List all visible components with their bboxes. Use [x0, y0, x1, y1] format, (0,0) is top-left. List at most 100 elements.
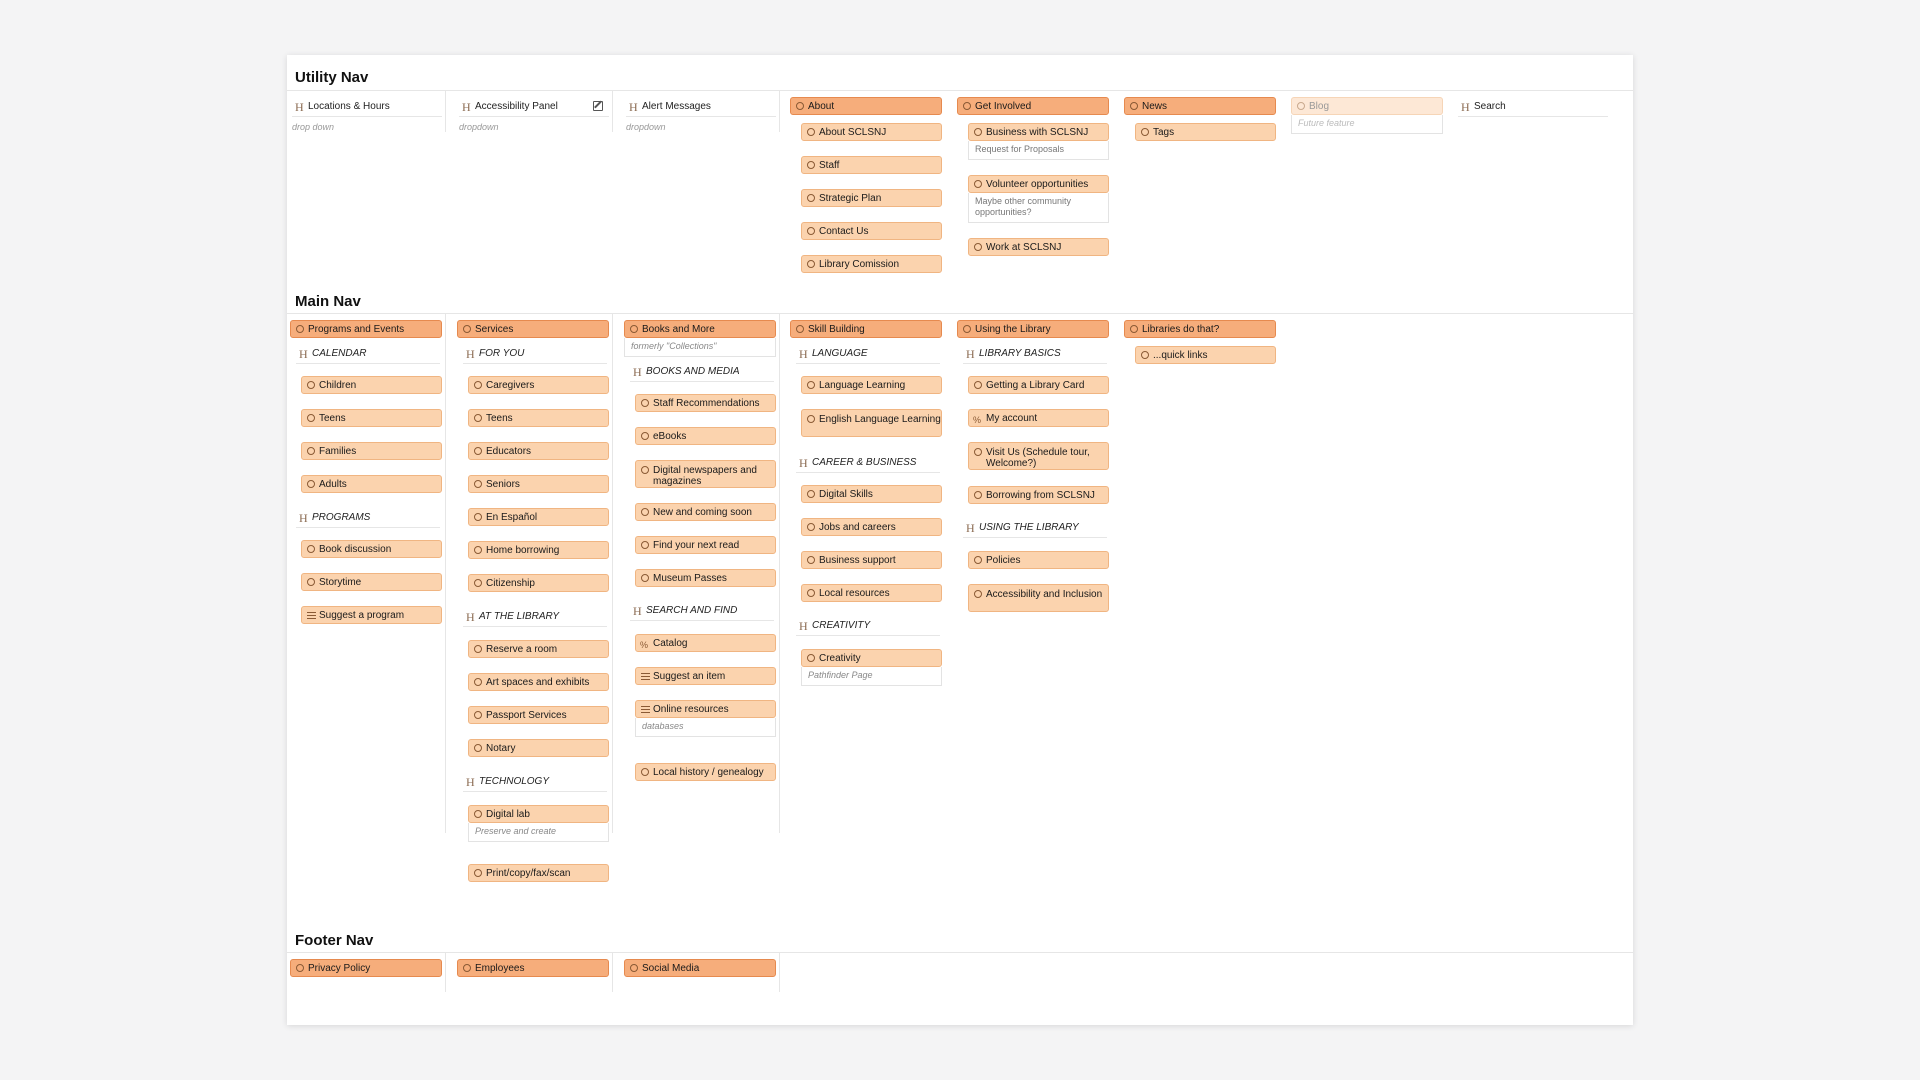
about-label: About: [808, 101, 835, 112]
page-icon: [630, 964, 638, 972]
utility-get-involved[interactable]: Get Involved: [957, 97, 1109, 115]
child-label: Teens: [486, 413, 513, 424]
programs-child[interactable]: Families: [301, 442, 442, 460]
main-programs-and-events[interactable]: Programs and Events: [290, 320, 442, 338]
main-skill-building[interactable]: Skill Building: [790, 320, 942, 338]
main-libraries-do-that[interactable]: Libraries do that?: [1124, 320, 1276, 338]
skills-child[interactable]: Digital Skills: [801, 485, 942, 503]
skills-child[interactable]: English Language Learning: [801, 409, 942, 437]
utility-blog[interactable]: Blog Future feature: [1291, 97, 1443, 134]
page-icon: [807, 161, 815, 169]
books-child[interactable]: New and coming soon: [635, 503, 776, 521]
footer-social-media[interactable]: Social Media: [624, 959, 776, 977]
page-icon: [474, 711, 482, 719]
services-child[interactable]: En Español: [468, 508, 609, 526]
main-using-the-library[interactable]: Using the Library: [957, 320, 1109, 338]
child-label: Business with SCLSNJ: [986, 127, 1089, 138]
services-child[interactable]: Educators: [468, 442, 609, 460]
heading-career-business: H CAREER & BUSINESS: [796, 453, 940, 473]
skills-child[interactable]: Business support: [801, 551, 942, 569]
child-label: Seniors: [486, 479, 520, 490]
about-child[interactable]: About SCLSNJ: [801, 123, 942, 141]
utility-accessibility-panel[interactable]: H Accessibility Panel dropdown: [459, 97, 609, 132]
services-child[interactable]: Caregivers: [468, 376, 609, 394]
books-child[interactable]: Digital newspapers and magazines: [635, 460, 776, 488]
child-label: Staff: [819, 160, 840, 171]
books-child[interactable]: Museum Passes: [635, 569, 776, 587]
services-child[interactable]: Home borrowing: [468, 541, 609, 559]
services-child[interactable]: Passport Services: [468, 706, 609, 724]
books-child[interactable]: Local history / genealogy: [635, 763, 776, 781]
programs-child[interactable]: Storytime: [301, 573, 442, 591]
page-icon: [1141, 351, 1149, 359]
heading-icon: H: [466, 775, 475, 789]
news-child[interactable]: Tags: [1135, 123, 1276, 141]
books-child[interactable]: Online resources databases: [635, 700, 776, 737]
page-icon: [641, 399, 649, 407]
page-icon: [463, 964, 471, 972]
main-books-and-more[interactable]: Books and More formerly "Collections": [624, 320, 776, 357]
child-label: Local resources: [819, 588, 890, 599]
using-child[interactable]: % My account: [968, 409, 1109, 427]
using-child[interactable]: Accessibility and Inclusion: [968, 584, 1109, 612]
page-icon: [974, 128, 982, 136]
skills-child[interactable]: Language Learning: [801, 376, 942, 394]
books-child[interactable]: % Catalog: [635, 634, 776, 652]
books-child[interactable]: Suggest an item: [635, 667, 776, 685]
utility-search[interactable]: H Search: [1458, 97, 1608, 117]
programs-child[interactable]: Adults: [301, 475, 442, 493]
books-child[interactable]: eBooks: [635, 427, 776, 445]
books-child[interactable]: Staff Recommendations: [635, 394, 776, 412]
utility-news[interactable]: News: [1124, 97, 1276, 115]
services-child[interactable]: Teens: [468, 409, 609, 427]
utility-divider: [287, 90, 1633, 91]
services-child[interactable]: Notary: [468, 739, 609, 757]
get-involved-child[interactable]: Volunteer opportunities Maybe other commu…: [968, 175, 1109, 223]
utility-locations-hours[interactable]: H Locations & Hours drop down: [292, 97, 442, 132]
books-child[interactable]: Find your next read: [635, 536, 776, 554]
programs-child[interactable]: Children: [301, 376, 442, 394]
news-label: News: [1142, 101, 1168, 112]
page-icon: [641, 508, 649, 516]
main-services[interactable]: Services: [457, 320, 609, 338]
services-child[interactable]: Citizenship: [468, 574, 609, 592]
child-label: Reserve a room: [486, 644, 558, 655]
using-child[interactable]: Getting a Library Card: [968, 376, 1109, 394]
child-label: Teens: [319, 413, 346, 424]
footer-employees[interactable]: Employees: [457, 959, 609, 977]
services-child[interactable]: Digital lab Preserve and create: [468, 805, 609, 842]
programs-child[interactable]: Teens: [301, 409, 442, 427]
skills-child[interactable]: Creativity Pathfinder Page: [801, 649, 942, 686]
edit-icon[interactable]: [593, 101, 603, 111]
using-child[interactable]: Visit Us (Schedule tour, Welcome?): [968, 442, 1109, 470]
page-icon: [1130, 102, 1138, 110]
child-label: Creativity: [819, 653, 861, 664]
get-involved-child[interactable]: Work at SCLSNJ: [968, 238, 1109, 256]
about-child[interactable]: Contact Us: [801, 222, 942, 240]
get-involved-child[interactable]: Business with SCLSNJ Request for Proposal…: [968, 123, 1109, 160]
page-icon: [807, 260, 815, 268]
using-child[interactable]: Borrowing from SCLSNJ: [968, 486, 1109, 504]
skills-child[interactable]: Jobs and careers: [801, 518, 942, 536]
child-label: Digital Skills: [819, 489, 873, 500]
programs-child[interactable]: Suggest a program: [301, 606, 442, 624]
using-child[interactable]: Policies: [968, 551, 1109, 569]
child-label: Citizenship: [486, 578, 535, 589]
services-child[interactable]: Print/copy/fax/scan: [468, 864, 609, 882]
child-note: databases: [635, 718, 776, 737]
programs-child[interactable]: Book discussion: [301, 540, 442, 558]
child-label: My account: [986, 413, 1038, 424]
about-child[interactable]: Staff: [801, 156, 942, 174]
about-child[interactable]: Library Comission: [801, 255, 942, 273]
services-child[interactable]: Art spaces and exhibits: [468, 673, 609, 691]
skills-child[interactable]: Local resources: [801, 584, 942, 602]
footer-privacy-policy[interactable]: Privacy Policy: [290, 959, 442, 977]
libraries-child[interactable]: ...quick links: [1135, 346, 1276, 364]
about-child[interactable]: Strategic Plan: [801, 189, 942, 207]
services-child[interactable]: Reserve a room: [468, 640, 609, 658]
services-child[interactable]: Seniors: [468, 475, 609, 493]
get-involved-label: Get Involved: [975, 101, 1032, 112]
utility-about[interactable]: About: [790, 97, 942, 115]
child-label: Find your next read: [653, 540, 740, 551]
utility-alert-messages[interactable]: H Alert Messages dropdown: [626, 97, 776, 132]
